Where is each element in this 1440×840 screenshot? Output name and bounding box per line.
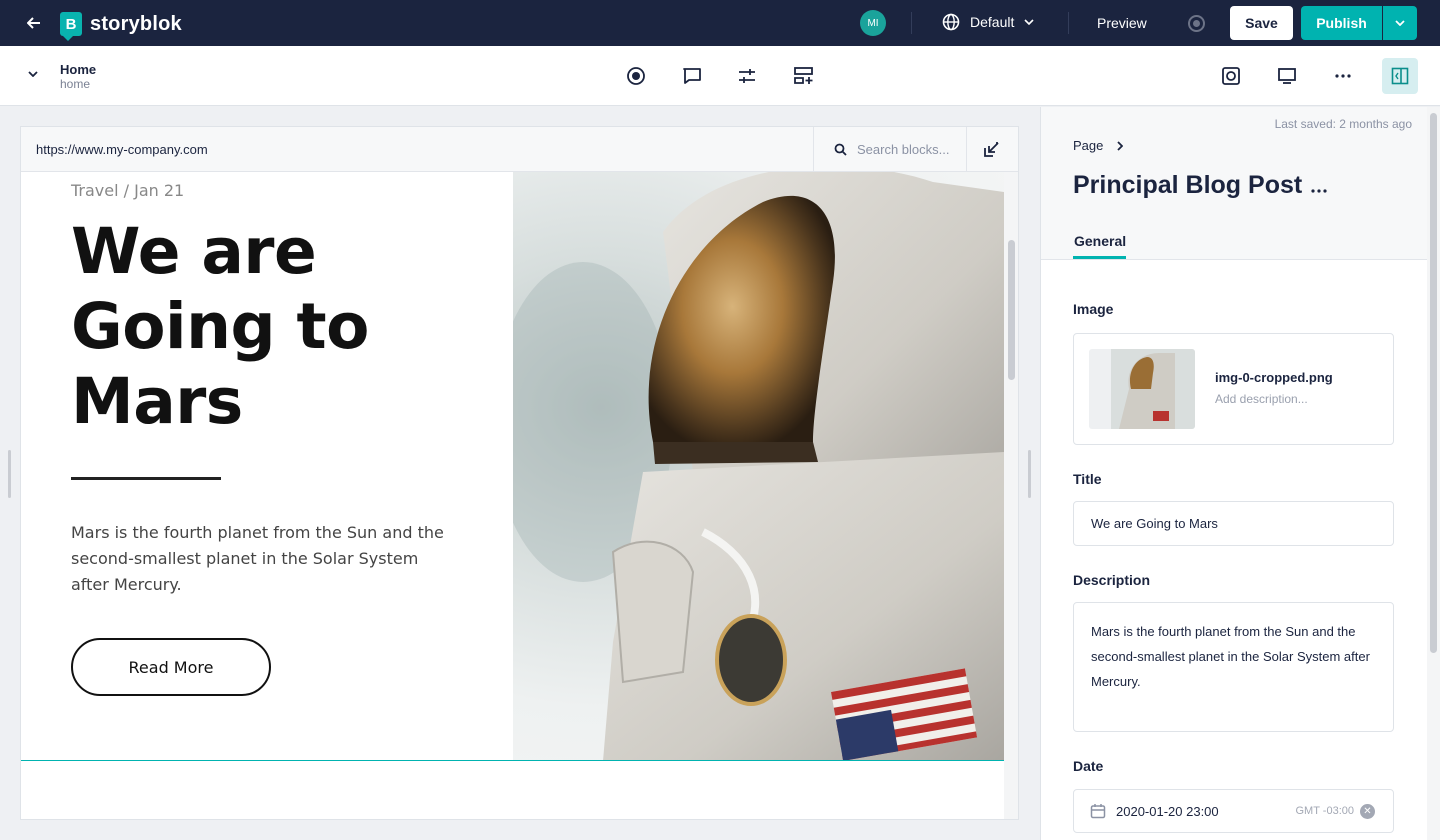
asset-filename: img-0-cropped.png (1215, 370, 1333, 385)
asset-description-input[interactable]: Add description... (1215, 392, 1308, 406)
section-outline (21, 760, 1004, 761)
story-name: Home (60, 62, 97, 77)
preview-button[interactable]: Preview (1097, 15, 1147, 31)
hero-description: Mars is the fourth planet from the Sun a… (71, 523, 444, 594)
timezone-label: GMT -03:00 (1295, 805, 1355, 817)
search-icon (834, 143, 847, 156)
logo-icon: B (60, 12, 82, 41)
globe-icon (942, 13, 960, 31)
url-bar: https://www.my-company.com Search blocks… (21, 127, 1018, 172)
save-button[interactable]: Save (1230, 6, 1293, 40)
sliders-icon[interactable] (736, 65, 758, 87)
select-arrow-icon[interactable] (983, 140, 1003, 160)
record-icon[interactable] (1188, 15, 1205, 32)
hero-image-astronaut (513, 172, 1004, 761)
active-tab-indicator (1073, 256, 1126, 259)
asset-thumbnail[interactable] (1089, 349, 1195, 429)
more-icon[interactable] (1332, 65, 1354, 87)
panel-scrollbar[interactable] (1427, 107, 1440, 840)
desktop-icon[interactable] (1276, 65, 1298, 87)
preview-scrollbar[interactable] (1004, 172, 1018, 819)
component-title: Principal Blog Post (1073, 171, 1303, 199)
story-menu-chevron-icon[interactable] (28, 68, 38, 80)
publish-options-button[interactable] (1383, 6, 1417, 40)
language-label: Default (970, 14, 1015, 30)
user-avatar[interactable]: MI (860, 10, 886, 36)
title-field-label: Title (1073, 471, 1102, 487)
title-input[interactable]: We are Going to Mars (1073, 501, 1394, 546)
component-more-icon[interactable] (1311, 177, 1327, 198)
hero-content[interactable]: Travel / Jan 21 We are Going to Mars Mar… (21, 172, 513, 761)
tab-general[interactable]: General (1074, 233, 1126, 249)
resize-handle-right[interactable] (1028, 450, 1031, 498)
last-saved-text: Last saved: 2 months ago (1274, 117, 1412, 131)
screenshot-icon[interactable] (1220, 65, 1242, 87)
target-icon[interactable] (625, 65, 647, 87)
panel-scrollbar-thumb[interactable] (1430, 113, 1437, 653)
calendar-icon (1090, 804, 1106, 819)
brand-name: storyblok (90, 12, 182, 35)
breadcrumb-page[interactable]: Page (1073, 138, 1103, 153)
panel-header: Last saved: 2 months ago Page Principal … (1041, 107, 1427, 260)
hero-title: We are Going to Mars (71, 215, 369, 438)
search-placeholder: Search blocks... (857, 142, 950, 157)
description-field-label: Description (1073, 572, 1151, 588)
hero-divider (71, 477, 221, 480)
hero-meta: Travel / Jan 21 (71, 181, 185, 200)
preview-url[interactable]: https://www.my-company.com (36, 142, 208, 157)
story-slug: home (60, 77, 91, 91)
preview-frame: https://www.my-company.com Search blocks… (20, 126, 1019, 820)
panel-toggle-icon[interactable] (1382, 58, 1418, 94)
language-select[interactable]: Default (942, 13, 1034, 31)
divider (911, 12, 912, 34)
publish-button[interactable]: Publish (1301, 6, 1382, 40)
chevron-down-icon (1024, 19, 1034, 25)
back-arrow-icon[interactable] (22, 13, 46, 33)
search-blocks-input[interactable]: Search blocks... (813, 127, 967, 172)
divider (1068, 12, 1069, 34)
date-value: 2020-01-20 23:00 (1116, 803, 1219, 819)
chevron-down-icon (1395, 20, 1405, 26)
chevron-right-icon (1117, 140, 1124, 151)
properties-panel: Last saved: 2 months ago Page Principal … (1040, 107, 1440, 840)
top-bar: B storyblok MI Default Preview Save Publ… (0, 0, 1440, 46)
description-textarea[interactable]: Mars is the fourth planet from the Sun a… (1073, 602, 1394, 732)
resize-handle-left[interactable] (8, 450, 11, 498)
clear-date-icon[interactable]: ✕ (1360, 804, 1375, 819)
editor-toolbar: Home home (0, 46, 1440, 106)
image-field-label: Image (1073, 301, 1114, 317)
date-input[interactable]: 2020-01-20 23:00 GMT -03:00 ✕ (1073, 789, 1394, 833)
image-asset-field[interactable]: img-0-cropped.png Add description... (1073, 333, 1394, 445)
breadcrumb[interactable]: Page (1073, 138, 1124, 153)
read-more-button[interactable]: Read More (71, 638, 271, 696)
add-block-icon[interactable] (793, 65, 815, 87)
preview-scrollbar-thumb[interactable] (1008, 240, 1015, 380)
date-field-label: Date (1073, 758, 1104, 774)
comment-icon[interactable] (681, 65, 703, 87)
storyblok-logo[interactable]: B storyblok (60, 12, 182, 41)
